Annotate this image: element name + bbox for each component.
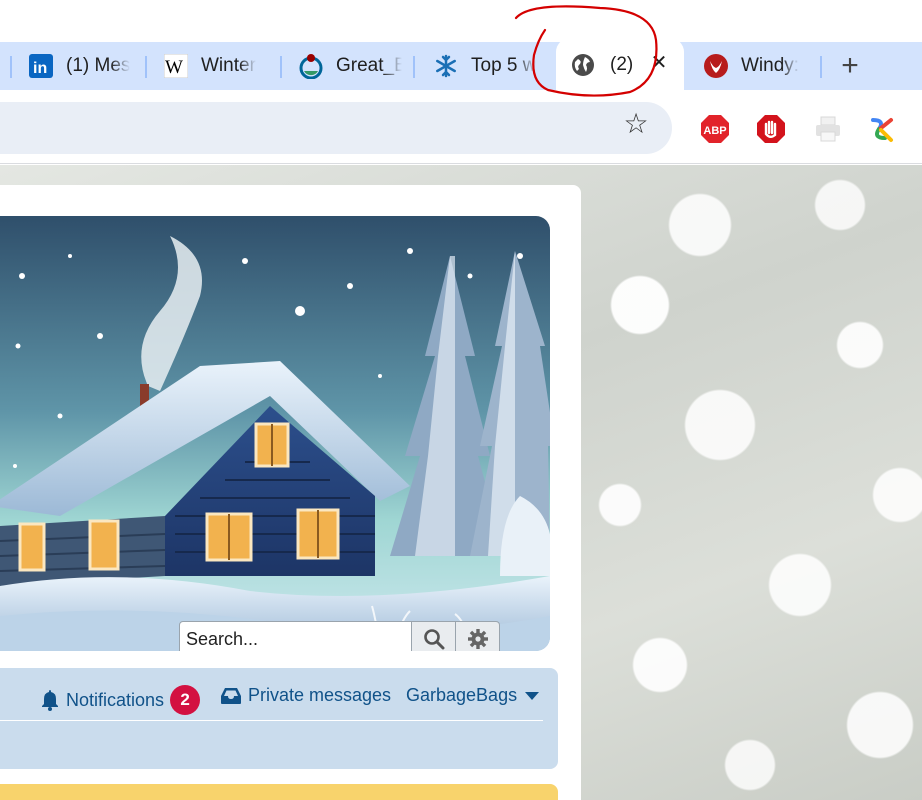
new-tab-button[interactable]: +	[836, 46, 864, 86]
caret-down-icon	[525, 691, 540, 700]
notice-bar	[0, 784, 558, 800]
forum-search	[179, 621, 500, 651]
bell-icon	[42, 690, 58, 711]
svg-text:W: W	[165, 57, 183, 78]
gear-icon	[467, 629, 488, 649]
tab-strip: in (1) Mes W Winter Great_B Top 5 w (2) …	[0, 38, 922, 92]
tab-label: (2)	[610, 54, 634, 75]
winter-cabin-banner	[0, 216, 550, 651]
snowflake-icon	[433, 53, 459, 79]
adblock-plus-icon[interactable]: ABP	[700, 114, 730, 144]
nav-divider	[0, 720, 543, 721]
tab-separator	[10, 56, 12, 78]
tab-separator	[820, 56, 822, 78]
wikipedia-icon: W	[163, 53, 189, 79]
notifications-label: Notifications	[66, 689, 165, 710]
tab-top5[interactable]: Top 5 w	[433, 42, 541, 90]
address-bar[interactable]	[0, 102, 672, 154]
notification-count-badge: 2	[170, 685, 201, 715]
tab-label: Great_B	[336, 55, 402, 76]
linkedin-icon: in	[28, 53, 54, 79]
tab-label: Winter	[201, 55, 256, 76]
tab-label: Top 5 w	[471, 55, 537, 76]
wikimedia-commons-icon	[298, 53, 324, 79]
browser-toolbar: ☆ ABP	[0, 92, 922, 164]
globe-icon	[570, 52, 596, 78]
svg-text:in: in	[33, 60, 47, 77]
multicolor-extension-icon[interactable]	[867, 114, 897, 144]
tab-separator	[145, 56, 147, 78]
tab-close-button[interactable]: ✕	[648, 52, 670, 74]
tab-label: Windy:	[741, 55, 800, 76]
forum-page: Notifications 2 Private messages Garbage…	[0, 165, 922, 800]
user-nav-bar: Notifications 2 Private messages Garbage…	[0, 668, 558, 769]
search-input[interactable]	[179, 621, 412, 651]
tab-wikipedia[interactable]: W Winter	[163, 42, 273, 90]
tab-wikimedia[interactable]: Great_B	[298, 42, 402, 90]
search-icon	[423, 629, 444, 650]
private-messages-link[interactable]: Private messages	[220, 685, 391, 706]
tab-separator	[280, 56, 282, 78]
private-messages-label: Private messages	[248, 685, 392, 705]
bookmark-star-icon[interactable]: ☆	[620, 108, 652, 140]
stop-hand-icon[interactable]	[756, 114, 786, 144]
tab-label: (1) Mes	[66, 55, 131, 76]
windy-icon	[703, 53, 729, 79]
user-menu[interactable]: GarbageBags	[406, 685, 540, 706]
inbox-icon	[221, 687, 241, 704]
tab-separator	[413, 56, 415, 78]
notifications-link[interactable]: Notifications 2	[40, 685, 201, 715]
printer-icon[interactable]	[813, 114, 843, 144]
advanced-search-button[interactable]	[456, 621, 500, 651]
tab-linkedin[interactable]: in (1) Mes	[28, 42, 138, 90]
svg-text:ABP: ABP	[703, 125, 726, 137]
tab-windy[interactable]: Windy:	[703, 42, 803, 90]
username: GarbageBags	[406, 685, 518, 705]
search-button[interactable]	[412, 621, 456, 651]
